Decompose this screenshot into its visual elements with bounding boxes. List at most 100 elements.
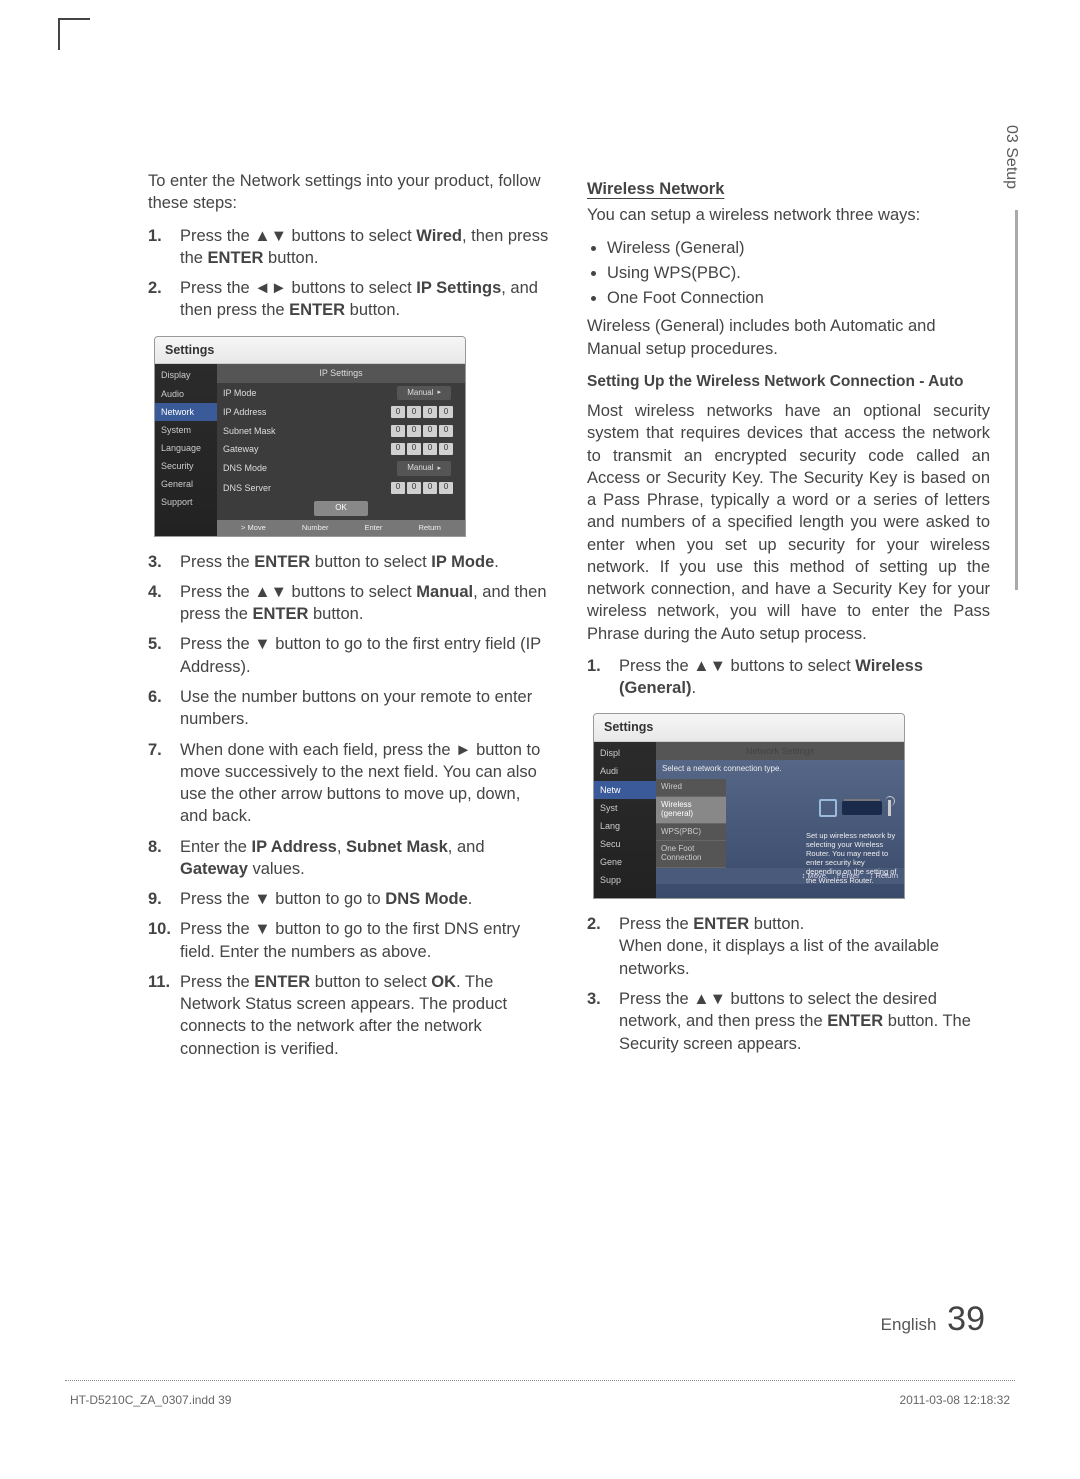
sidebar-item[interactable]: Audio xyxy=(155,385,217,403)
sidebar-item[interactable]: General xyxy=(155,475,217,493)
connection-option[interactable]: Wired xyxy=(656,779,726,797)
step-item: 3.Press the ▲▼ buttons to select the des… xyxy=(587,988,990,1055)
ui-header: IP Settings xyxy=(217,364,465,382)
steps-list-a: 1.Press the ▲▼ buttons to select Wired, … xyxy=(148,225,551,322)
row-label: DNS Mode xyxy=(223,462,293,474)
row-label: Gateway xyxy=(223,443,293,455)
sidebar-item[interactable]: Secu xyxy=(594,835,656,853)
hint: Number xyxy=(302,523,329,533)
antenna-icon xyxy=(888,800,891,816)
settings-row[interactable]: DNS Mode Manual ▸ xyxy=(217,458,465,479)
step-item: 5.Press the ▼ button to go to the first … xyxy=(148,633,551,678)
auto-setup-para: Most wireless networks have an optional … xyxy=(587,400,990,645)
connection-option[interactable]: WPS(PBC) xyxy=(656,824,726,842)
ip-field[interactable]: 0000 xyxy=(391,406,453,418)
connection-type-list[interactable]: WiredWireless (general)WPS(PBC)One Foot … xyxy=(656,779,726,868)
steps-list-c: 1.Press the ▲▼ buttons to select Wireles… xyxy=(587,655,990,700)
wireless-heading: Wireless Network xyxy=(587,178,990,200)
crop-mark xyxy=(58,18,90,50)
ui-main: IP Settings IP Mode Manual ▸ IP Address 000… xyxy=(217,364,465,535)
settings-row[interactable]: IP Mode Manual ▸ xyxy=(217,383,465,404)
ui2-sidebar: DisplAudiNetwSystLangSecuGeneSupp xyxy=(594,742,656,898)
step-item: 2.Press the ◄► buttons to select IP Sett… xyxy=(148,277,551,322)
step-item: 11.Press the ENTER button to select OK. … xyxy=(148,971,551,1060)
ui-sidebar: DisplayAudioNetworkSystemLanguageSecurit… xyxy=(155,364,217,535)
bullet-item: Wireless (General) xyxy=(607,237,990,259)
bullet-item: Using WPS(PBC). xyxy=(607,262,990,284)
right-column: Wireless Network You can setup a wireles… xyxy=(587,170,990,1068)
page-number: 39 xyxy=(947,1300,985,1338)
print-timestamp: 2011-03-08 12:18:32 xyxy=(899,1393,1010,1407)
footer-lang: English xyxy=(881,1315,937,1334)
sidebar-item[interactable]: Support xyxy=(155,493,217,511)
bullet-item: One Foot Connection xyxy=(607,287,990,309)
connection-option[interactable]: One Foot Connection xyxy=(656,841,726,868)
row-value[interactable]: Manual ▸ xyxy=(397,386,451,401)
page-footer: English 39 xyxy=(881,1300,985,1339)
step-item: 1.Press the ▲▼ buttons to select Wireles… xyxy=(587,655,990,700)
step-item: 7.When done with each field, press the ►… xyxy=(148,739,551,828)
settings-row[interactable]: Gateway 0000 xyxy=(217,440,465,458)
section-tab: 03 Setup xyxy=(1002,125,1020,189)
ui-title: Settings xyxy=(155,337,465,365)
ip-field[interactable]: 0000 xyxy=(391,443,453,455)
step-item: 2.Press the ENTER button.When done, it d… xyxy=(587,913,990,980)
sidebar-item[interactable]: Supp xyxy=(594,871,656,889)
hint: Return xyxy=(418,523,441,533)
step-item: 6.Use the number buttons on your remote … xyxy=(148,686,551,731)
steps-list-b: 3.Press the ENTER button to select IP Mo… xyxy=(148,551,551,1060)
auto-setup-heading: Setting Up the Wireless Network Connecti… xyxy=(587,372,990,392)
section-tab-line xyxy=(1015,210,1018,590)
footer-meta: HT-D5210C_ZA_0307.indd 39 2011-03-08 12:… xyxy=(70,1393,1010,1407)
network-settings-screenshot: Settings DisplAudiNetwSystLangSecuGeneSu… xyxy=(593,713,905,899)
ip-field[interactable]: 0000 xyxy=(391,482,453,494)
settings-row[interactable]: Subnet Mask0000 xyxy=(217,422,465,440)
row-label: IP Address xyxy=(223,406,293,418)
step-item: 1.Press the ▲▼ buttons to select Wired, … xyxy=(148,225,551,270)
sidebar-item[interactable]: Display xyxy=(155,366,217,384)
left-column: To enter the Network settings into your … xyxy=(148,170,551,1068)
sidebar-item[interactable]: Security xyxy=(155,457,217,475)
settings-row[interactable]: DNS Server 0000 xyxy=(217,479,465,497)
sidebar-item[interactable]: Displ xyxy=(594,744,656,762)
connection-option[interactable]: Wireless (general) xyxy=(656,797,726,824)
ui-rows: IP ModeManual ▸IP Address0000Subnet Mask… xyxy=(217,383,465,497)
steps-list-d: 2.Press the ENTER button.When done, it d… xyxy=(587,913,990,1055)
row-label: IP Mode xyxy=(223,387,293,399)
intro-text: To enter the Network settings into your … xyxy=(148,170,551,215)
sidebar-item[interactable]: Gene xyxy=(594,853,656,871)
sidebar-item[interactable]: Lang xyxy=(594,817,656,835)
device-icon xyxy=(819,799,837,817)
wireless-methods-list: Wireless (General) Using WPS(PBC). One Foo… xyxy=(587,237,990,310)
footer-rule xyxy=(65,1380,1015,1381)
row-label: DNS Server xyxy=(223,482,293,494)
ui2-title: Settings xyxy=(594,714,904,742)
connection-description: Set up wireless network by selecting you… xyxy=(806,831,898,885)
ui2-subhead: Select a network connection type. xyxy=(656,760,904,779)
ip-field[interactable]: 0000 xyxy=(391,425,453,437)
step-item: 9.Press the ▼ button to go to DNS Mode. xyxy=(148,888,551,910)
router-icon xyxy=(842,801,882,815)
sidebar-item[interactable]: Netw xyxy=(594,781,656,799)
ip-settings-screenshot: Settings DisplayAudioNetworkSystemLangua… xyxy=(154,336,466,537)
sidebar-item[interactable]: System xyxy=(155,421,217,439)
sidebar-item[interactable]: Language xyxy=(155,439,217,457)
sidebar-item[interactable]: Network xyxy=(155,403,217,421)
sidebar-item[interactable]: Audi xyxy=(594,762,656,780)
row-value[interactable]: Manual ▸ xyxy=(397,461,451,476)
step-item: 10.Press the ▼ button to go to the first… xyxy=(148,918,551,963)
network-diagram xyxy=(816,793,894,823)
settings-row[interactable]: IP Address 0000 xyxy=(217,403,465,421)
ui-footer-hints: > Move Number Enter Return xyxy=(217,520,465,536)
step-item: 3.Press the ENTER button to select IP Mo… xyxy=(148,551,551,573)
manual-page: 03 Setup To enter the Network settings i… xyxy=(0,0,1080,1479)
ui2-main: Network Settings Select a network connec… xyxy=(656,742,904,898)
sidebar-item[interactable]: Syst xyxy=(594,799,656,817)
content-columns: To enter the Network settings into your … xyxy=(148,170,990,1068)
wireless-note: Wireless (General) includes both Automat… xyxy=(587,315,990,360)
hint: > Move xyxy=(241,523,266,533)
ok-button[interactable]: OK xyxy=(314,501,368,516)
step-item: 8.Enter the IP Address, Subnet Mask, and… xyxy=(148,836,551,881)
hint: Enter xyxy=(365,523,383,533)
step-item: 4.Press the ▲▼ buttons to select Manual,… xyxy=(148,581,551,626)
